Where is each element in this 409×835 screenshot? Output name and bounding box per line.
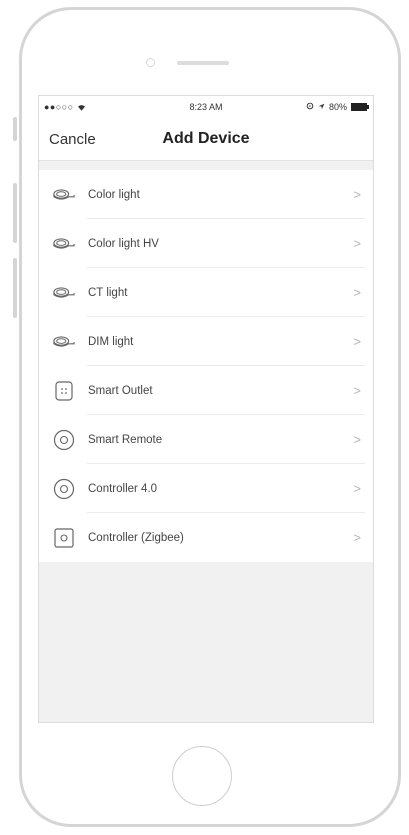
controller-icon — [53, 478, 75, 500]
chevron-right-icon: > — [353, 432, 361, 447]
navigation-bar: Cancle Add Device — [39, 118, 373, 161]
light-strip-icon — [53, 233, 75, 255]
device-row-dim-light[interactable]: DIM light > — [39, 317, 373, 366]
outlet-icon — [53, 380, 75, 402]
cancel-button[interactable]: Cancle — [49, 131, 96, 148]
chevron-right-icon: > — [353, 187, 361, 202]
device-row-color-light-hv[interactable]: Color light HV > — [39, 219, 373, 268]
device-row-smart-remote[interactable]: Smart Remote > — [39, 415, 373, 464]
chevron-right-icon: > — [353, 383, 361, 398]
rotation-lock-icon — [306, 102, 314, 112]
device-label: Color light — [88, 188, 140, 201]
zigbee-controller-icon — [53, 527, 75, 549]
home-button[interactable] — [172, 746, 232, 806]
light-strip-icon — [53, 331, 75, 353]
device-row-controller-zigbee[interactable]: Controller (Zigbee) > — [39, 513, 373, 562]
device-row-smart-outlet[interactable]: Smart Outlet > — [39, 366, 373, 415]
device-label: DIM light — [88, 335, 134, 348]
light-strip-icon — [53, 184, 75, 206]
battery-percent: 80% — [328, 102, 347, 112]
earpiece-speaker — [177, 61, 229, 65]
device-label: CT light — [88, 286, 128, 299]
chevron-right-icon: > — [353, 530, 361, 545]
status-right: 80% — [306, 102, 369, 112]
device-label: Smart Remote — [88, 433, 163, 446]
volume-down-button — [13, 258, 17, 318]
device-label: Color light HV — [88, 237, 159, 250]
chevron-right-icon: > — [353, 481, 361, 496]
device-label: Controller 4.0 — [88, 482, 158, 495]
chevron-right-icon: > — [353, 285, 361, 300]
front-camera — [146, 58, 155, 67]
remote-icon — [53, 429, 75, 451]
phone-screen: ●●○○○ 8:23 AM 80% Cancle Add Device Colo… — [38, 95, 374, 723]
chevron-right-icon: > — [353, 236, 361, 251]
status-bar: ●●○○○ 8:23 AM 80% — [39, 96, 373, 118]
chevron-right-icon: > — [353, 334, 361, 349]
mute-switch — [13, 117, 17, 141]
location-arrow-icon — [318, 102, 325, 112]
device-row-controller-4[interactable]: Controller 4.0 > — [39, 464, 373, 513]
light-strip-icon — [53, 282, 75, 304]
device-label: Smart Outlet — [88, 384, 153, 397]
device-label: Controller (Zigbee) — [88, 531, 184, 544]
battery-icon — [351, 103, 369, 111]
device-list: Color light > Color light HV > CT light … — [39, 170, 373, 562]
volume-up-button — [13, 183, 17, 243]
device-row-color-light[interactable]: Color light > — [39, 170, 373, 219]
device-row-ct-light[interactable]: CT light > — [39, 268, 373, 317]
